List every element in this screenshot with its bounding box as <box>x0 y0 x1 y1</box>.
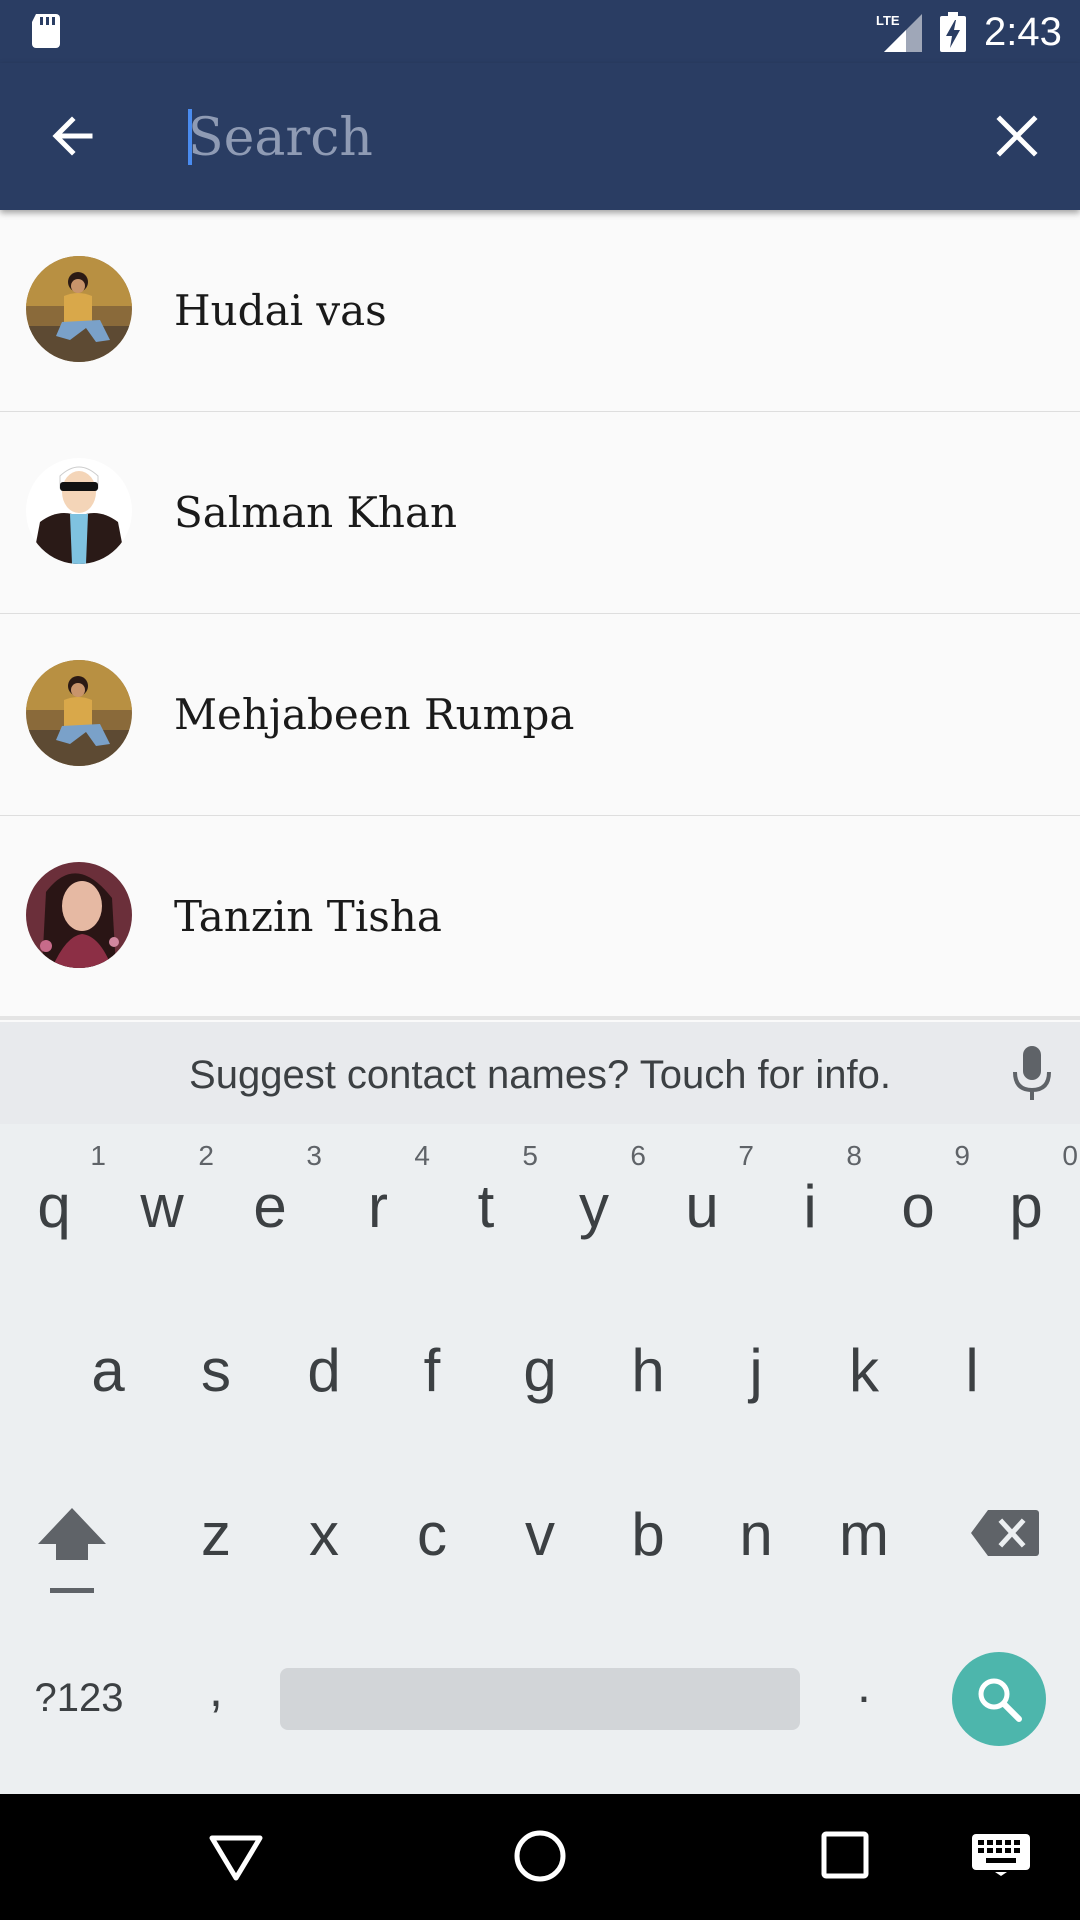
text-cursor <box>188 109 192 165</box>
search-toolbar <box>0 63 1080 210</box>
key-g[interactable]: g <box>486 1336 594 1405</box>
contact-name: Tanzin Tisha <box>174 892 442 941</box>
navigation-bar <box>0 1794 1080 1920</box>
key-d[interactable]: d <box>270 1336 378 1405</box>
key-h[interactable]: h <box>594 1336 702 1405</box>
contact-name: Mehjabeen Rumpa <box>174 690 575 739</box>
key-y[interactable]: y6 <box>540 1140 648 1241</box>
key-n[interactable]: n <box>702 1500 810 1569</box>
nav-recent-icon[interactable] <box>820 1830 870 1880</box>
key-o[interactable]: o9 <box>864 1140 972 1241</box>
key-hint: 4 <box>414 1140 430 1171</box>
key-hint: 1 <box>90 1140 106 1171</box>
key-p[interactable]: p0 <box>972 1140 1080 1241</box>
key-hint: 5 <box>522 1140 538 1171</box>
symbols-key[interactable]: ?123 <box>24 1676 134 1721</box>
avatar <box>26 660 132 766</box>
key-l[interactable]: l <box>918 1336 1026 1405</box>
key-hint: 0 <box>1062 1140 1078 1171</box>
key-hint: 9 <box>954 1140 970 1171</box>
key-hint: 3 <box>306 1140 322 1171</box>
contact-row[interactable]: Salman Khan <box>0 412 1080 614</box>
arrow-back-icon[interactable] <box>40 103 106 169</box>
key-t[interactable]: t5 <box>432 1140 540 1241</box>
key-k[interactable]: k <box>810 1336 918 1405</box>
search-icon <box>978 1678 1022 1722</box>
contact-row[interactable]: Tanzin Tisha <box>0 816 1080 1018</box>
key-w[interactable]: w2 <box>108 1140 216 1241</box>
key-hint: 8 <box>846 1140 862 1171</box>
period-key[interactable]: . <box>834 1656 894 1714</box>
key-u[interactable]: u7 <box>648 1140 756 1241</box>
key-hint: 2 <box>198 1140 214 1171</box>
keyboard-search-button[interactable] <box>952 1652 1046 1746</box>
search-input[interactable] <box>186 97 950 179</box>
key-f[interactable]: f <box>378 1336 486 1405</box>
svg-text:LTE: LTE <box>876 13 900 28</box>
key-c[interactable]: c <box>378 1500 486 1569</box>
key-s[interactable]: s <box>162 1336 270 1405</box>
key-a[interactable]: a <box>54 1336 162 1405</box>
key-x[interactable]: x <box>270 1500 378 1569</box>
suggestion-strip[interactable]: Suggest contact names? Touch for info. <box>0 1022 1080 1124</box>
contact-name: Salman Khan <box>174 488 458 537</box>
avatar <box>26 256 132 362</box>
key-hint: 7 <box>738 1140 754 1171</box>
contact-row[interactable]: Hudai vas <box>0 210 1080 412</box>
nav-back-icon[interactable] <box>208 1828 264 1884</box>
lte-signal-icon: LTE <box>876 13 922 52</box>
comma-key[interactable]: , <box>186 1660 246 1718</box>
battery-charging-icon <box>940 12 966 52</box>
key-i[interactable]: i8 <box>756 1140 864 1241</box>
key-m[interactable]: m <box>810 1500 918 1569</box>
avatar <box>26 862 132 968</box>
avatar <box>26 458 132 564</box>
suggestion-text: Suggest contact names? Touch for info. <box>189 1053 891 1097</box>
key-j[interactable]: j <box>702 1336 810 1405</box>
key-q[interactable]: q1 <box>0 1140 108 1241</box>
key-hint: 6 <box>630 1140 646 1171</box>
key-r[interactable]: r4 <box>324 1140 432 1241</box>
backspace-icon[interactable] <box>970 1508 1040 1558</box>
shift-icon[interactable] <box>36 1504 108 1594</box>
microphone-icon[interactable] <box>1010 1046 1054 1102</box>
sd-card-icon <box>32 14 60 48</box>
contact-list: Hudai vas Salman Khan Mehjabeen Rumpa Ta… <box>0 210 1080 1018</box>
key-z[interactable]: z <box>162 1500 270 1569</box>
status-bar: LTE 2:43 <box>0 0 1080 63</box>
key-e[interactable]: e3 <box>216 1140 324 1241</box>
list-divider <box>0 1016 1080 1020</box>
contact-name: Hudai vas <box>174 286 387 335</box>
key-v[interactable]: v <box>486 1500 594 1569</box>
key-b[interactable]: b <box>594 1500 702 1569</box>
status-time: 2:43 <box>984 10 1062 54</box>
close-icon[interactable] <box>986 105 1048 167</box>
keyboard-switch-icon[interactable] <box>972 1834 1030 1876</box>
contact-row[interactable]: Mehjabeen Rumpa <box>0 614 1080 816</box>
space-key[interactable] <box>280 1668 800 1730</box>
nav-home-icon[interactable] <box>512 1828 568 1884</box>
